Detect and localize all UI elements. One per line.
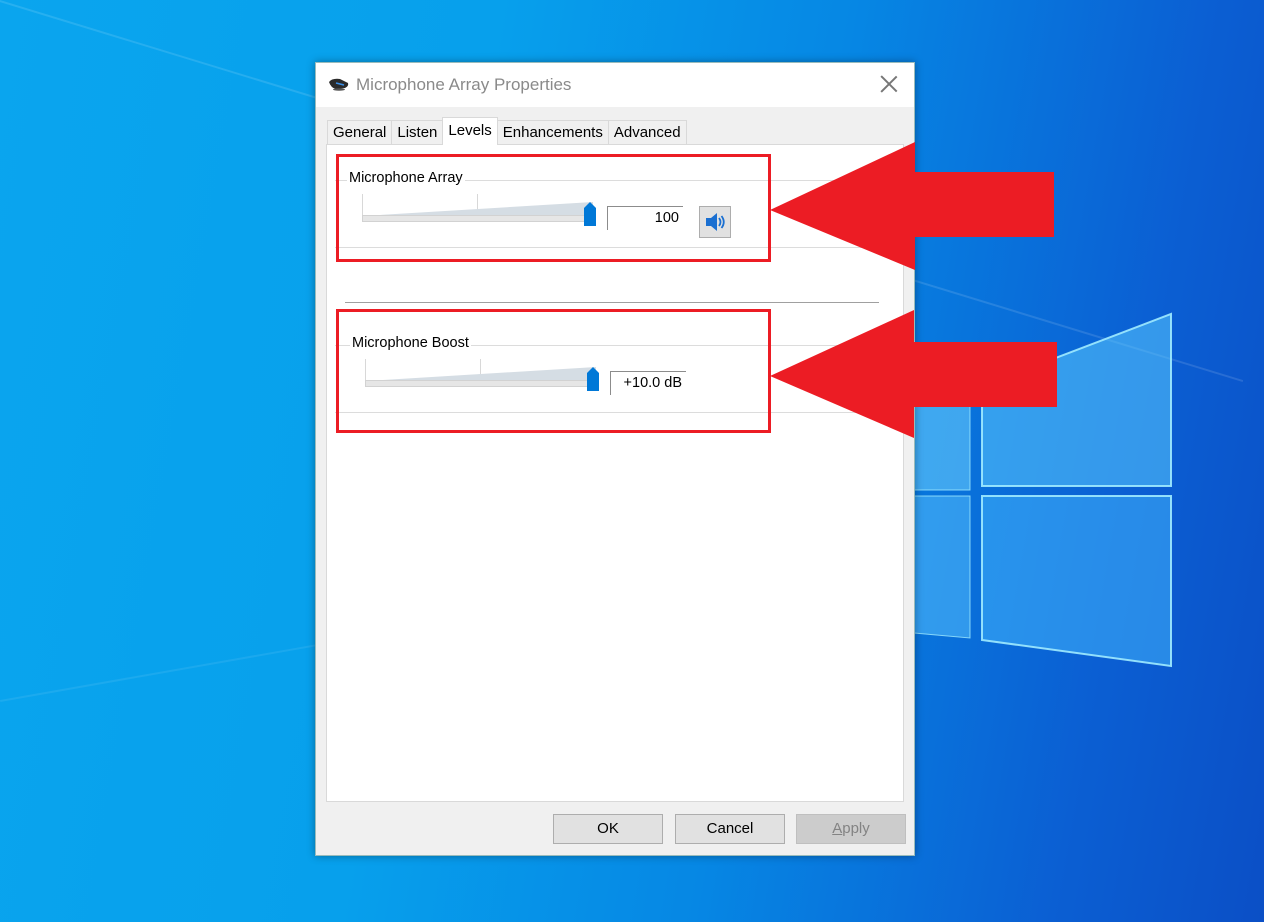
title-bar[interactable]: Microphone Array Properties [316,63,914,107]
tab-listen[interactable]: Listen [391,120,444,145]
tab-levels[interactable]: Levels [442,117,498,145]
arrow-pointing-to-microphone-array [770,142,1054,270]
tab-enhancements[interactable]: Enhancements [496,120,609,145]
tab-general[interactable]: General [327,120,393,145]
microphone-array-icon [329,78,349,91]
separator [345,302,879,303]
highlight-microphone-array [336,154,771,262]
arrow-pointing-to-microphone-boost [770,310,1057,438]
cancel-button[interactable]: Cancel [675,814,785,844]
tab-advanced[interactable]: Advanced [607,120,687,145]
apply-label: Apply [832,820,870,837]
tab-bar: General Listen Levels Enhancements Advan… [327,117,687,145]
apply-button[interactable]: Apply [796,814,906,844]
window-title: Microphone Array Properties [356,75,572,94]
close-icon[interactable] [878,73,900,95]
highlight-microphone-boost [336,309,771,433]
ok-button[interactable]: OK [553,814,663,844]
